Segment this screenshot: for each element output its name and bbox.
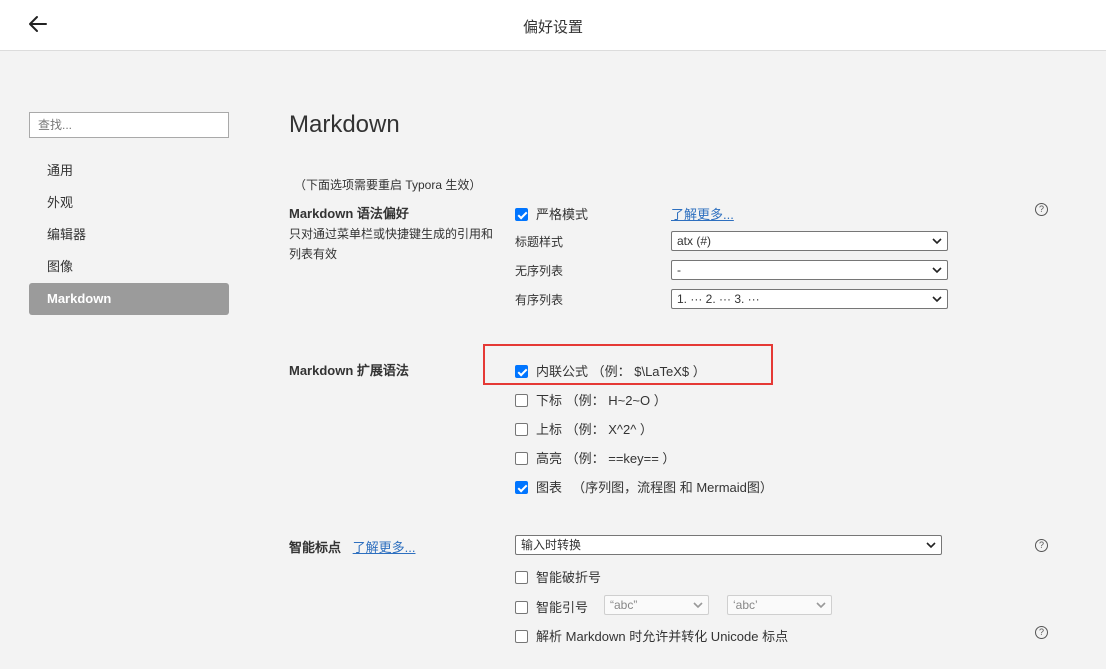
heading-style-select[interactable]: atx (#) [671,231,948,251]
sidebar-item-markdown[interactable]: Markdown [29,283,229,315]
ext-superscript-row[interactable]: 上标 （例： X^2^ ） [515,419,653,438]
double-quote-value: “abc” [610,598,638,612]
heading-style-label: 标题样式 [515,235,564,249]
window-title: 偏好设置 [522,19,583,36]
ext-highlight-row[interactable]: 高亮 （例： ==key== ） [515,448,675,467]
subscript-checkbox[interactable] [515,394,528,408]
extensions-title: Markdown 扩展语法 [289,363,409,378]
sidebar-nav: 通用 外观 编辑器 图像 Markdown [29,155,229,315]
unicode-punct-label: 解析 Markdown 时允许并转化 Unicode 标点 [536,629,789,644]
subscript-label: 下标 （例： H~2~O ） [536,393,667,408]
question-circle-icon[interactable]: ? [1035,539,1048,552]
unordered-list-label: 无序列表 [515,264,564,278]
learn-more-link[interactable]: 了解更多... [671,204,734,223]
smart-punct-mode-select[interactable]: 输入时转换 [515,535,942,555]
chevron-down-icon [932,296,942,303]
sidebar-item-general[interactable]: 通用 [29,155,229,187]
double-quote-select[interactable]: “abc” [604,595,709,615]
smart-punct-header: 智能标点 了解更多... [289,537,415,556]
question-circle-icon[interactable]: ? [1035,203,1048,216]
smart-punct-learn-more-link[interactable]: 了解更多... [353,540,416,555]
ordered-list-value: 1. ··· 2. ··· 3. ··· [677,292,760,306]
chevron-down-icon [926,542,936,549]
single-quote-select[interactable]: ‘abc’ [727,595,832,615]
chevron-down-icon [693,602,703,609]
smart-dash-checkbox[interactable] [515,571,528,585]
question-circle-icon[interactable]: ? [1035,626,1048,639]
highlight-label: 高亮 （例： ==key== ） [536,451,676,466]
diagrams-checkbox[interactable] [515,481,528,495]
chevron-down-icon [816,602,826,609]
smart-punct-mode-value: 输入时转换 [521,538,582,552]
smart-dash-label: 智能破折号 [536,570,602,585]
inline-math-checkbox[interactable] [515,365,528,379]
sidebar-item-appearance[interactable]: 外观 [29,187,229,219]
syntax-pref-desc: 只对通过菜单栏或快捷键生成的引用和列表有效 [289,227,494,261]
syntax-pref-title: Markdown 语法偏好 [289,206,409,221]
unicode-punct-checkbox[interactable] [515,630,528,644]
heading-style-value: atx (#) [677,234,712,248]
unordered-list-value: - [677,263,681,277]
diagrams-label: 图表 （序列图，流程图 和 Mermaid图） [536,480,773,495]
single-quote-value: ‘abc’ [733,598,758,612]
smart-quote-row[interactable]: 智能引号 [515,597,588,616]
ext-diagrams-row[interactable]: 图表 （序列图，流程图 和 Mermaid图） [515,477,773,496]
ext-subscript-row[interactable]: 下标 （例： H~2~O ） [515,390,667,409]
unicode-punct-row[interactable]: 解析 Markdown 时允许并转化 Unicode 标点 [515,626,788,645]
inline-math-label: 内联公式 （例： $\LaTeX$ ） [536,364,706,379]
ordered-list-select[interactable]: 1. ··· 2. ··· 3. ··· [671,289,948,309]
chevron-down-icon [932,267,942,274]
search-input[interactable] [29,112,229,138]
unordered-list-select[interactable]: - [671,260,948,280]
strict-mode-label: 严格模式 [536,207,589,222]
ext-inline-math-row[interactable]: 内联公式 （例： $\LaTeX$ ） [515,361,706,380]
strict-mode-row[interactable]: 严格模式 [515,204,588,223]
smart-dash-row[interactable]: 智能破折号 [515,567,601,586]
strict-mode-checkbox[interactable] [515,208,528,222]
smart-quote-checkbox[interactable] [515,601,528,615]
title-bar: 偏好设置 [0,0,1106,51]
sidebar-item-editor[interactable]: 编辑器 [29,219,229,251]
smart-quote-label: 智能引号 [536,600,589,615]
restart-note: （下面选项需要重启 Typora 生效） [294,178,482,192]
ordered-list-label: 有序列表 [515,293,564,307]
chevron-down-icon [932,238,942,245]
page-title: Markdown [289,111,400,138]
superscript-checkbox[interactable] [515,423,528,437]
sidebar-item-image[interactable]: 图像 [29,251,229,283]
superscript-label: 上标 （例： X^2^ ） [536,422,653,437]
smart-punct-title: 智能标点 [289,540,342,555]
highlight-checkbox[interactable] [515,452,528,466]
